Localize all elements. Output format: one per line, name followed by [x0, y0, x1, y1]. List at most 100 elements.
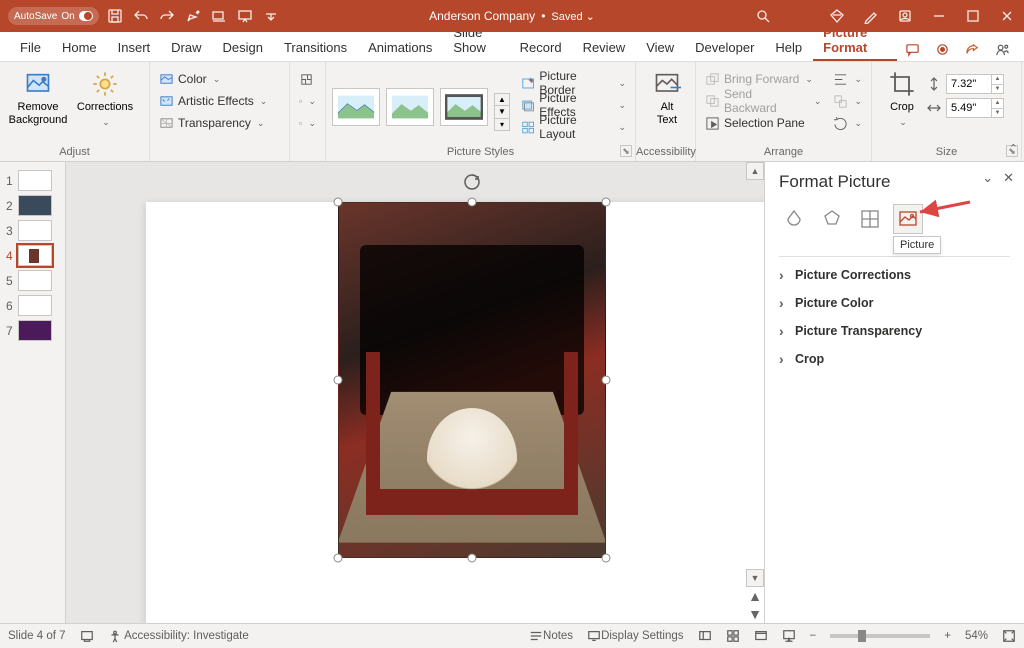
slide-thumb-3[interactable]: 3: [0, 218, 65, 243]
search-icon[interactable]: [746, 6, 780, 26]
picture-styles-gallery[interactable]: ▲▼▾: [332, 66, 510, 138]
start-from-beginning-icon[interactable]: [209, 6, 229, 26]
reset-picture-button[interactable]: ⌄: [296, 112, 319, 134]
editor-vscroll[interactable]: ▲▼ ▲ ▼: [746, 162, 764, 623]
zoom-out-button[interactable]: −: [810, 630, 817, 642]
picture-tab-tooltip: Picture: [893, 236, 941, 254]
zoom-level[interactable]: 54%: [965, 630, 988, 642]
tab-review[interactable]: Review: [573, 35, 636, 61]
gallery-scroll[interactable]: ▲▼▾: [494, 93, 510, 131]
pen-icon[interactable]: [854, 6, 888, 26]
slide-thumb-5[interactable]: 5: [0, 268, 65, 293]
section-picture-color[interactable]: Picture Color: [779, 289, 1010, 317]
save-status[interactable]: Saved ⌄: [551, 10, 594, 23]
close-icon[interactable]: [990, 6, 1024, 26]
reading-view-icon[interactable]: [754, 629, 768, 643]
language-icon[interactable]: [80, 629, 94, 643]
tab-developer[interactable]: Developer: [685, 35, 764, 61]
group-button[interactable]: ⌄: [830, 90, 865, 112]
effects-tab-icon[interactable]: [817, 204, 847, 234]
pane-options-icon[interactable]: ⌄: [982, 170, 993, 186]
fill-line-tab-icon[interactable]: [779, 204, 809, 234]
group-label-adjust: Adjust: [0, 146, 149, 158]
account-icon[interactable]: [888, 6, 922, 26]
tab-record[interactable]: Record: [510, 35, 572, 61]
tab-help[interactable]: Help: [765, 35, 812, 61]
display-settings-button[interactable]: Display Settings: [587, 629, 683, 643]
width-input[interactable]: 5.49"▲▼: [946, 98, 1004, 118]
tab-insert[interactable]: Insert: [108, 35, 161, 61]
save-icon[interactable]: [105, 6, 125, 26]
picture-tab-icon[interactable]: [893, 204, 923, 234]
slide-sorter-icon[interactable]: [726, 629, 740, 643]
tab-view[interactable]: View: [636, 35, 684, 61]
accessibility-status[interactable]: Accessibility: Investigate: [108, 629, 249, 643]
change-picture-button[interactable]: ⌄: [296, 90, 319, 112]
slide-canvas[interactable]: [146, 202, 764, 623]
slide-thumb-4[interactable]: 4: [0, 243, 65, 268]
transparency-button[interactable]: Transparency⌄: [156, 112, 283, 134]
prev-slide-icon[interactable]: ▲: [746, 587, 764, 605]
share-icon[interactable]: [958, 37, 986, 61]
color-button[interactable]: Color⌄: [156, 68, 283, 90]
notes-button[interactable]: Notes: [529, 629, 573, 643]
redo-icon[interactable]: [157, 6, 177, 26]
ribbon-tabs: File Home Insert Draw Design Transitions…: [0, 32, 1024, 62]
rotate-button[interactable]: ⌄: [830, 112, 865, 134]
section-picture-transparency[interactable]: Picture Transparency: [779, 317, 1010, 345]
size-properties-tab-icon[interactable]: [855, 204, 885, 234]
pane-close-icon[interactable]: ✕: [1003, 170, 1014, 186]
align-button[interactable]: ⌄: [830, 68, 865, 90]
slide-thumb-2[interactable]: 2: [0, 193, 65, 218]
selection-pane-button[interactable]: Selection Pane: [702, 112, 824, 134]
picture-styles-launcher[interactable]: ⬊: [620, 145, 632, 157]
height-input[interactable]: 7.32"▲▼: [946, 74, 1004, 94]
status-bar: Slide 4 of 7 Accessibility: Investigate …: [0, 623, 1024, 648]
remove-background-button[interactable]: Remove Background: [6, 66, 70, 127]
maximize-icon[interactable]: [956, 6, 990, 26]
selected-picture[interactable]: [338, 202, 606, 558]
picture-layout-button[interactable]: Picture Layout⌄: [518, 116, 629, 138]
normal-view-icon[interactable]: [698, 629, 712, 643]
slide-thumb-7[interactable]: 7: [0, 318, 65, 343]
diamond-icon[interactable]: [820, 6, 854, 26]
tab-draw[interactable]: Draw: [161, 35, 211, 61]
crop-button[interactable]: Crop⌄: [878, 66, 926, 127]
section-crop[interactable]: Crop: [779, 345, 1010, 373]
document-title: Anderson Company: [429, 9, 535, 23]
tab-home[interactable]: Home: [52, 35, 107, 61]
corrections-button[interactable]: Corrections⌄: [70, 66, 140, 127]
editing-icon[interactable]: [183, 6, 203, 26]
artistic-effects-button[interactable]: Artistic Effects⌄: [156, 90, 283, 112]
tab-animations[interactable]: Animations: [358, 35, 442, 61]
section-picture-corrections[interactable]: Picture Corrections: [779, 261, 1010, 289]
compress-pictures-button[interactable]: [296, 68, 319, 90]
slide-thumbnails-panel: 1 2 3 4 5 6 7: [0, 162, 66, 623]
present-icon[interactable]: [235, 6, 255, 26]
title-bar: AutoSave On Anderson Company • Saved ⌄: [0, 0, 1024, 32]
rotate-handle-icon[interactable]: [462, 172, 482, 197]
undo-icon[interactable]: [131, 6, 151, 26]
qat-more-icon[interactable]: [261, 6, 281, 26]
alt-text-button[interactable]: Alt Text: [642, 66, 692, 126]
present-teams-icon[interactable]: [988, 37, 1016, 61]
send-backward-button[interactable]: Send Backward⌄: [702, 90, 824, 112]
tab-file[interactable]: File: [10, 35, 51, 61]
pane-title: Format Picture: [779, 172, 1010, 192]
slide-thumb-1[interactable]: 1: [0, 168, 65, 193]
slide-counter[interactable]: Slide 4 of 7: [8, 630, 66, 642]
slide-thumb-6[interactable]: 6: [0, 293, 65, 318]
tab-design[interactable]: Design: [213, 35, 273, 61]
zoom-slider[interactable]: [830, 634, 930, 638]
tab-transitions[interactable]: Transitions: [274, 35, 357, 61]
zoom-in-button[interactable]: +: [944, 630, 951, 642]
fit-to-window-icon[interactable]: [1002, 629, 1016, 643]
comments-icon[interactable]: [898, 37, 926, 61]
slide-editor[interactable]: ▲▼ ▲ ▼: [66, 162, 764, 623]
next-slide-icon[interactable]: ▼: [746, 605, 764, 623]
autosave-toggle[interactable]: AutoSave On: [8, 7, 99, 25]
slideshow-view-icon[interactable]: [782, 629, 796, 643]
record-button-icon[interactable]: [928, 37, 956, 61]
minimize-icon[interactable]: [922, 6, 956, 26]
ribbon-collapse-icon[interactable]: ⌃: [1009, 142, 1018, 155]
